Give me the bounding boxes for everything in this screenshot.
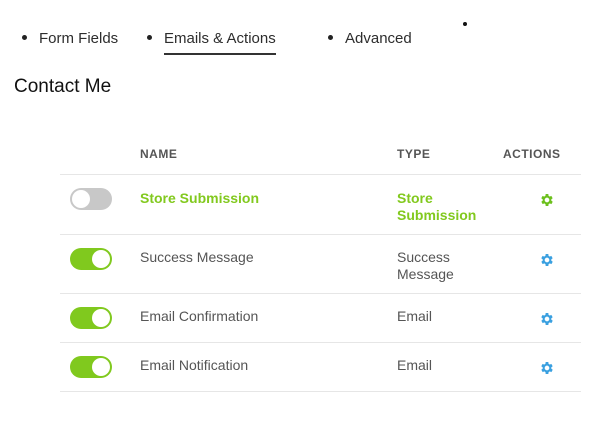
header-name: NAME (140, 134, 397, 175)
bullet-icon (22, 35, 27, 41)
action-name[interactable]: Success Message (140, 249, 254, 265)
table-row: Email Notification Email (60, 342, 581, 392)
action-type: Email (397, 357, 433, 373)
gear-icon[interactable] (539, 360, 555, 379)
enable-toggle[interactable] (70, 356, 112, 378)
table-row: Email Confirmation Email (60, 293, 581, 343)
table-row: Store Submission Store Submission (60, 174, 581, 235)
gear-icon[interactable] (539, 311, 555, 330)
action-type: Email (397, 308, 433, 324)
toggle-knob (92, 250, 110, 268)
enable-toggle[interactable] (70, 307, 112, 329)
stray-dot (463, 22, 467, 26)
table-header-row: NAME TYPE ACTIONS (60, 134, 581, 175)
action-type: Store Submission (397, 190, 477, 223)
actions-table: NAME TYPE ACTIONS Store Submission Store… (60, 134, 581, 392)
action-name[interactable]: Store Submission (140, 190, 259, 206)
toggle-knob (72, 190, 90, 208)
gear-icon[interactable] (539, 192, 555, 211)
form-title: Contact Me (14, 76, 112, 97)
toggle-knob (92, 358, 110, 376)
tab-form-fields[interactable]: Form Fields (22, 30, 118, 47)
enable-toggle[interactable] (70, 188, 112, 210)
gear-icon[interactable] (539, 252, 555, 271)
header-toggle (60, 134, 140, 175)
tab-advanced-label: Advanced (345, 30, 412, 47)
tab-emails-actions-label: Emails & Actions (164, 30, 276, 55)
action-name[interactable]: Email Notification (140, 357, 248, 373)
tab-form-fields-label: Form Fields (39, 30, 119, 47)
table-row: Success Message Success Message (60, 234, 581, 294)
bullet-icon (328, 35, 333, 41)
tab-advanced[interactable]: Advanced (328, 30, 412, 47)
header-actions: ACTIONS (503, 134, 581, 175)
header-type: TYPE (397, 134, 503, 175)
tab-bar: Form Fields Emails & Actions Advanced (0, 30, 600, 60)
tab-emails-actions[interactable]: Emails & Actions (147, 30, 276, 55)
action-name[interactable]: Email Confirmation (140, 308, 258, 324)
action-type: Success Message (397, 249, 454, 282)
enable-toggle[interactable] (70, 248, 112, 270)
toggle-knob (92, 309, 110, 327)
bullet-icon (147, 35, 152, 41)
